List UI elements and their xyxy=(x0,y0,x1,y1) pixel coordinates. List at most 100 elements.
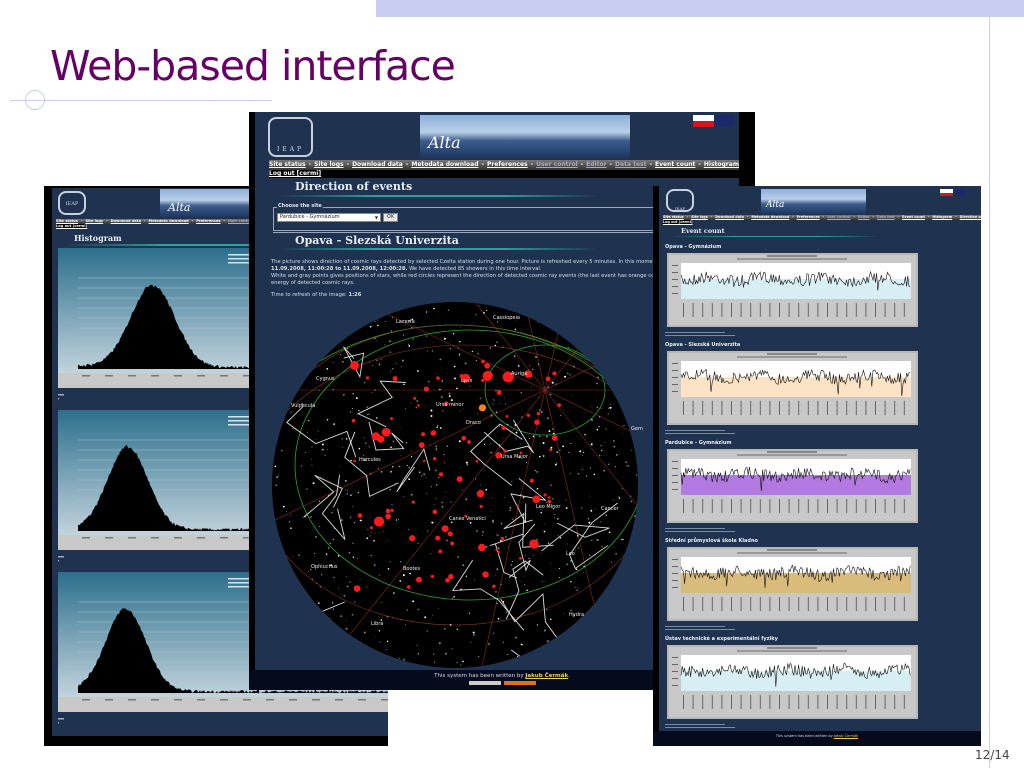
star xyxy=(350,494,352,496)
nav-item-download-data[interactable]: Download data xyxy=(352,161,403,168)
chart-plot xyxy=(667,253,918,327)
x-tick-label xyxy=(788,597,790,611)
y-tick-label xyxy=(672,573,678,574)
cosmic-ray-event xyxy=(353,585,361,592)
nav-item-site-status[interactable]: Site status xyxy=(56,219,78,223)
cosmic-ray-event xyxy=(416,576,422,583)
nav-item-preferences[interactable]: Preferences xyxy=(196,219,220,223)
star xyxy=(601,546,603,548)
star xyxy=(314,552,316,554)
star xyxy=(462,317,463,318)
nav-separator: - xyxy=(927,215,930,219)
star xyxy=(510,564,513,566)
nav-item-user-control[interactable]: User control xyxy=(827,215,850,219)
nav-item-histogram[interactable]: Histogram xyxy=(932,215,952,219)
site-select[interactable]: Pardubice - Gymnázium ▼ xyxy=(277,213,381,222)
y-tick-label xyxy=(672,370,678,371)
star xyxy=(421,475,423,477)
star xyxy=(430,409,433,412)
cosmic-ray-event xyxy=(516,504,519,508)
star xyxy=(593,473,596,476)
nav-item-site-logs[interactable]: Site logs xyxy=(85,219,103,223)
star xyxy=(308,419,310,422)
nav-item-preferences[interactable]: Preferences xyxy=(487,161,528,168)
star xyxy=(539,435,541,437)
nav-item-event-count[interactable]: Event count xyxy=(902,215,925,219)
star xyxy=(460,326,461,328)
star xyxy=(453,596,455,598)
author-link[interactable]: Jakub Čermák xyxy=(525,673,568,679)
nav-item-preferences[interactable]: Preferences xyxy=(797,215,820,219)
star xyxy=(595,382,598,385)
star xyxy=(318,500,321,502)
nav-item-editor[interactable]: Editor xyxy=(586,161,606,168)
star xyxy=(622,538,624,540)
logout-link[interactable]: Log out [cermi] xyxy=(269,170,739,178)
cosmic-ray-event xyxy=(435,535,441,541)
nav-item-data-test[interactable]: Data test xyxy=(877,215,895,219)
x-tick-label xyxy=(82,699,90,701)
x-tick-label xyxy=(865,597,867,611)
star xyxy=(522,496,525,499)
fieldset-legend: Choose the site xyxy=(277,203,323,209)
star xyxy=(374,321,376,323)
star xyxy=(350,459,352,462)
star xyxy=(425,477,427,479)
nav-item-site-logs[interactable]: Site logs xyxy=(314,161,343,168)
chart-plot xyxy=(667,645,918,719)
nav-item-data-test[interactable]: Data test xyxy=(615,161,646,168)
star xyxy=(496,534,498,536)
star xyxy=(493,399,495,401)
star xyxy=(398,520,399,522)
star xyxy=(445,497,446,498)
star xyxy=(282,505,285,508)
nav-item-site-status[interactable]: Site status xyxy=(269,161,306,168)
nav-separator: - xyxy=(223,219,226,223)
nav-item-direction-of-events[interactable]: Direction of events xyxy=(960,215,981,219)
language-flags[interactable] xyxy=(940,189,966,196)
star xyxy=(354,426,355,428)
nav-item-metodata-download[interactable]: Metodata download xyxy=(751,215,789,219)
chart-plot xyxy=(667,449,918,523)
ok-button[interactable]: OK xyxy=(383,213,398,222)
logout-link[interactable]: Log out [cermi] xyxy=(663,220,693,224)
star xyxy=(543,629,546,632)
star xyxy=(436,484,438,486)
language-flags[interactable] xyxy=(693,115,735,127)
nav-item-site-status[interactable]: Site status xyxy=(663,215,684,219)
star xyxy=(402,574,405,577)
star xyxy=(589,467,591,469)
star xyxy=(615,453,618,456)
x-tick-label xyxy=(894,303,896,317)
cosmic-ray-event xyxy=(450,541,455,546)
nav-item-user-control[interactable]: User control xyxy=(536,161,578,168)
x-tick-label xyxy=(807,303,809,317)
star xyxy=(412,600,415,603)
logout-link[interactable]: Log out [cermi] xyxy=(56,224,88,228)
author-link[interactable]: Jakub Čermák xyxy=(834,734,858,738)
nav-item-editor[interactable]: Editor xyxy=(858,215,870,219)
star xyxy=(463,427,465,429)
star xyxy=(563,613,565,614)
y-tick-label xyxy=(672,384,678,385)
nav-item-histogram[interactable]: Histogram xyxy=(704,161,739,168)
star xyxy=(349,516,352,519)
nav-item-metodata-download[interactable]: Metodata download xyxy=(149,219,189,223)
star xyxy=(324,454,326,456)
x-tick-label xyxy=(807,401,809,415)
nav-item-event-count[interactable]: Event count xyxy=(655,161,695,168)
star xyxy=(376,319,378,321)
cosmic-ray-event xyxy=(482,571,489,578)
sky-map: Lacerta Cassiopeia Cygnus Vulpecula Ursa min… xyxy=(272,302,643,668)
star xyxy=(446,445,449,448)
star xyxy=(613,445,616,448)
star xyxy=(407,528,409,531)
nav-item-download-data[interactable]: Download data xyxy=(111,219,141,223)
star xyxy=(387,568,390,570)
nav-item-download-data[interactable]: Download data xyxy=(715,215,744,219)
star xyxy=(559,537,562,539)
css-badge xyxy=(503,681,536,685)
nav-item-site-logs[interactable]: Site logs xyxy=(691,215,708,219)
nav-item-metodata-download[interactable]: Metodata download xyxy=(411,161,478,168)
alta-banner: Alta xyxy=(761,189,866,214)
